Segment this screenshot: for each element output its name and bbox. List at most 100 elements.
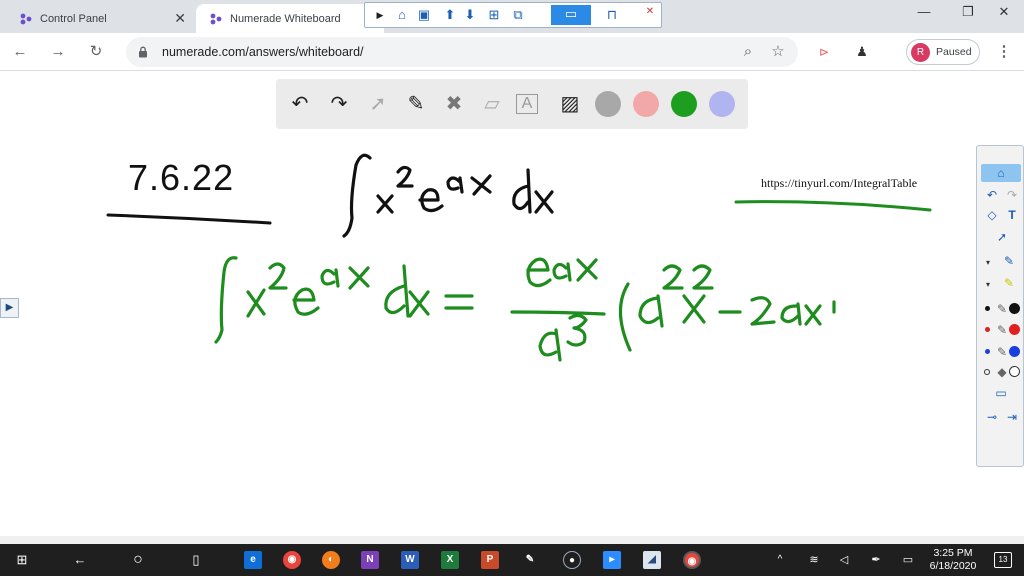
- tab-title: Numerade Whiteboard: [230, 12, 341, 25]
- color-swatch-pink[interactable]: [633, 91, 659, 117]
- text-icon[interactable]: A: [516, 94, 538, 114]
- play-icon[interactable]: ▶: [371, 6, 389, 24]
- screen-mode-icon[interactable]: ▭: [551, 5, 591, 25]
- whiteboard-canvas[interactable]: 7.6.22 https://tinyurl.com/IntegralTable: [0, 72, 1024, 536]
- powerpoint-icon[interactable]: P: [481, 551, 499, 569]
- extension-cast-icon[interactable]: ⊳: [814, 42, 834, 62]
- forward-icon[interactable]: →: [48, 42, 68, 62]
- mouse-mode-icon[interactable]: ⌂: [981, 164, 1021, 182]
- color-swatch-green[interactable]: [671, 91, 697, 117]
- edge-icon[interactable]: e: [244, 551, 262, 569]
- close-bar-icon[interactable]: ✕: [641, 3, 659, 21]
- zoom-app-icon[interactable]: ▸: [603, 551, 621, 569]
- tab-numerade-whiteboard[interactable]: Numerade Whiteboard: [196, 4, 384, 33]
- chrome-icon[interactable]: ◉: [283, 551, 301, 569]
- capture-icon[interactable]: ⧉: [509, 6, 527, 24]
- cortana-icon[interactable]: ○: [128, 550, 148, 570]
- restore-window-icon[interactable]: ❐: [948, 4, 988, 24]
- undo-icon[interactable]: ↶: [286, 90, 314, 118]
- zoom-icon[interactable]: ⌕: [738, 42, 758, 62]
- screen-capture-icon[interactable]: ▭: [991, 384, 1011, 402]
- select-icon[interactable]: ➚: [364, 90, 392, 118]
- eraser-icon[interactable]: ▱: [478, 90, 506, 118]
- back-icon[interactable]: ←: [10, 42, 30, 62]
- white-color-icon[interactable]: [1009, 366, 1020, 377]
- clock-time: 3:25 PM: [933, 547, 973, 559]
- profile-button[interactable]: R Paused: [906, 39, 980, 65]
- color-swatch-lavender[interactable]: [709, 91, 735, 117]
- numerade-logo-icon: [210, 13, 222, 24]
- excel-icon[interactable]: X: [441, 551, 459, 569]
- address-bar[interactable]: numerade.com/answers/whiteboard/ ⌕ ☆: [126, 37, 798, 67]
- home-icon[interactable]: ⌂: [393, 6, 411, 24]
- highlighter-dropdown-icon[interactable]: ▾: [979, 276, 997, 294]
- clear-icon[interactable]: ✖: [440, 90, 468, 118]
- side-panel-toggle-icon[interactable]: ▶: [0, 298, 19, 318]
- shapes-icon[interactable]: ◇: [983, 206, 1001, 224]
- close-tab-icon[interactable]: ✕: [174, 10, 186, 27]
- eraser-dot-small[interactable]: [984, 369, 990, 375]
- word-icon[interactable]: W: [401, 551, 419, 569]
- blue-pen-icon[interactable]: ✎: [997, 252, 1021, 270]
- screencast-app-icon[interactable]: ●: [563, 551, 581, 569]
- problem-number: 7.6.22: [106, 157, 272, 225]
- profile-status: Paused: [936, 46, 972, 58]
- line-tool-icon[interactable]: ⊸: [983, 408, 1001, 426]
- wifi-icon[interactable]: ≋: [804, 550, 824, 570]
- minimize-window-icon[interactable]: —: [904, 4, 944, 24]
- clock-date: 6/18/2020: [929, 560, 977, 572]
- redo-icon[interactable]: ↷: [1003, 186, 1021, 204]
- show-hidden-icons-icon[interactable]: ^: [770, 550, 790, 570]
- annotation-pen-panel: ⌂ ↶ ↷ ◇ T ➚ ▾ ✎ ▾ ✎ ✎ ✎ ✎ ◆ ▭ ⊸ ⇥: [976, 145, 1024, 467]
- blue-dot-small[interactable]: [985, 349, 990, 354]
- tab-title: Control Panel: [40, 12, 107, 25]
- screencast-control-bar: ▶ ⌂ ▣ ⬆ ⬇ ⊞ ⧉ ▭ ⊓ ✕: [364, 2, 662, 28]
- firefox-icon[interactable]: ◐: [322, 551, 340, 569]
- arrow-down-icon[interactable]: ⬇: [461, 6, 479, 24]
- arrow-up-icon[interactable]: ⬆: [441, 6, 459, 24]
- pointer-icon[interactable]: ➚: [993, 228, 1011, 246]
- red-dot-small[interactable]: [985, 327, 990, 332]
- text-tool-icon[interactable]: T: [1003, 206, 1021, 224]
- save-icon[interactable]: ▣: [415, 6, 433, 24]
- back-arrow-icon[interactable]: ←: [70, 550, 90, 570]
- keyboard-icon[interactable]: ▭: [898, 550, 918, 570]
- pen-icon[interactable]: ✎: [402, 90, 430, 118]
- reference-link-text: https://tinyurl.com/IntegralTable: [761, 176, 917, 190]
- redo-icon[interactable]: ↷: [325, 90, 353, 118]
- reference-underline: [734, 200, 932, 212]
- extension-person-icon[interactable]: ♟: [852, 42, 872, 62]
- close-window-icon[interactable]: ✕: [984, 4, 1024, 24]
- image-icon[interactable]: ▨: [556, 90, 584, 118]
- browser-toolbar: ← → ↻ numerade.com/answers/whiteboard/ ⌕…: [0, 33, 1024, 71]
- color-swatch-gray[interactable]: [595, 91, 621, 117]
- menu-kebab-icon[interactable]: ⋮: [994, 42, 1014, 62]
- horizontal-scrollbar[interactable]: [0, 536, 1024, 544]
- toolbox-icon[interactable]: ⊞: [485, 6, 503, 24]
- formula-green-ink: [214, 256, 836, 362]
- volume-icon[interactable]: ◁: [834, 550, 854, 570]
- blue-color-icon[interactable]: [1009, 346, 1020, 357]
- whiteboard-toolbar: ↶ ↷ ➚ ✎ ✖ ▱ A ▨: [276, 79, 748, 129]
- pen-dropdown-icon[interactable]: ▾: [979, 254, 997, 272]
- paint-icon[interactable]: ✎: [521, 551, 539, 569]
- black-dot-small[interactable]: [985, 306, 990, 311]
- black-color-icon[interactable]: [1009, 303, 1020, 314]
- system-clock[interactable]: 3:25 PM 6/18/2020: [924, 547, 982, 573]
- whiteboard-mode-icon[interactable]: ⊓: [603, 6, 621, 24]
- bookmark-star-icon[interactable]: ☆: [768, 42, 788, 62]
- insert-icon[interactable]: ⇥: [1003, 408, 1021, 426]
- notification-center-icon[interactable]: 13: [994, 552, 1012, 568]
- onenote-icon[interactable]: N: [361, 551, 379, 569]
- windows-start-icon[interactable]: ⊞: [12, 550, 32, 570]
- reload-icon[interactable]: ↻: [86, 42, 106, 62]
- pen-workspace-icon[interactable]: ✒: [866, 550, 886, 570]
- tab-control-panel[interactable]: Control Panel ✕: [6, 4, 196, 33]
- chrome-active-icon[interactable]: ◉: [683, 551, 701, 569]
- red-color-icon[interactable]: [1009, 324, 1020, 335]
- integral-expression: [342, 153, 554, 238]
- highlighter-icon[interactable]: ✎: [997, 274, 1021, 292]
- task-view-icon[interactable]: ▯: [186, 550, 206, 570]
- undo-icon[interactable]: ↶: [983, 186, 1001, 204]
- photo-app-icon[interactable]: ◢: [643, 551, 661, 569]
